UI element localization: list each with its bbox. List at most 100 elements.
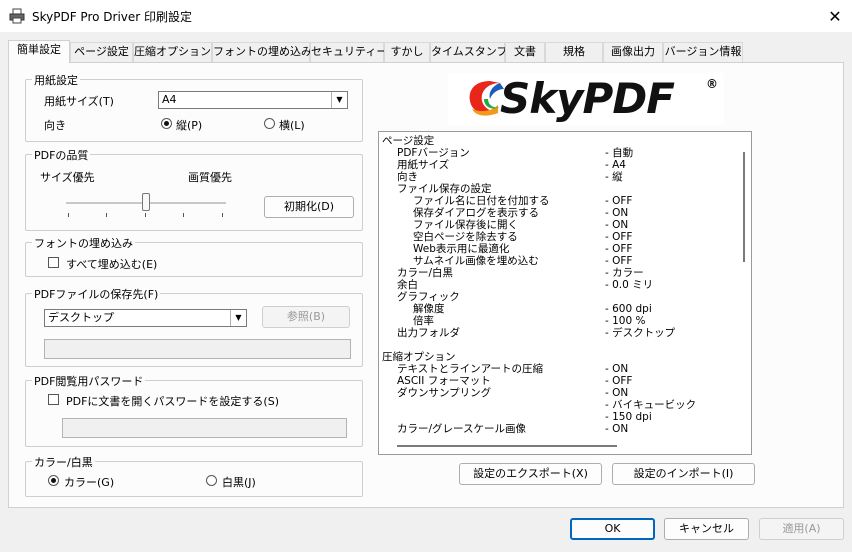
save-location-value: デスクトップ (48, 311, 114, 324)
summary-value: - デスクトップ (605, 327, 676, 339)
summary-key: ファイル保存の設定 (397, 183, 492, 195)
quality-slider-thumb[interactable] (142, 193, 150, 211)
tab-font-embedding[interactable]: フォントの埋め込み (212, 42, 312, 62)
scrollbar-thumb[interactable] (397, 445, 617, 447)
pdf-quality-group: PDFの品質 サイズ優先 画質優先 初期化(D) (25, 147, 363, 231)
tab-page-settings[interactable]: ページ設定 (70, 42, 133, 62)
summary-row: カラー/白黒 - カラー (379, 267, 739, 279)
slider-tick (68, 213, 69, 217)
summary-row: ファイル保存後に開く - ON (379, 219, 739, 231)
summary-row: ASCII フォーマット - OFF (379, 375, 739, 387)
summary-value: - OFF (605, 195, 633, 207)
close-button[interactable]: ✕ (818, 0, 852, 32)
password-checkbox-label[interactable]: PDFに文書を開くパスワードを設定する(S) (66, 393, 279, 409)
mono-radio[interactable] (206, 475, 217, 486)
settings-summary-list[interactable]: ページ設定 PDFバージョン - 自動 用紙サイズ - A4 向き - 縦ファイル保存の設定… (378, 131, 752, 455)
summary-key: サムネイル画像を埋め込む (413, 255, 539, 267)
color-mono-group: カラー/白黒 カラー(G) 白黒(J) (25, 454, 363, 497)
vertical-scrollbar[interactable] (737, 132, 751, 438)
paper-size-select[interactable]: A4 ▼ (158, 91, 348, 109)
browse-button[interactable]: 参照(B) (262, 306, 350, 328)
cancel-button[interactable]: キャンセル (664, 518, 749, 540)
embed-all-checkbox[interactable] (48, 257, 59, 268)
tab-version-info[interactable]: バージョン情報 (663, 42, 743, 62)
summary-row (379, 339, 739, 351)
summary-row: テキストとラインアートの圧縮 - ON (379, 363, 739, 375)
summary-key: 保存ダイアログを表示する (413, 207, 539, 219)
portrait-radio[interactable] (161, 118, 172, 129)
password-field[interactable] (62, 418, 347, 438)
font-embedding-group: フォントの埋め込み すべて埋め込む(E) (25, 235, 363, 277)
summary-key: Web表示用に最適化 (413, 243, 510, 255)
mono-label[interactable]: 白黒(J) (222, 474, 256, 490)
chevron-down-icon[interactable]: ▼ (230, 310, 246, 326)
summary-key: PDFバージョン (397, 147, 470, 159)
save-path-field[interactable] (44, 339, 351, 359)
summary-row: ダウンサンプリング - ON (379, 387, 739, 399)
summary-value: - 0.0 ミリ (605, 279, 654, 291)
group-legend: PDF閲覧用パスワード (32, 373, 146, 389)
summary-row: カラー/グレースケール画像 - ON (379, 423, 739, 435)
tab-watermark[interactable]: すかし (384, 42, 430, 62)
summary-value: - ON (605, 207, 629, 219)
summary-key: グラフィック (397, 291, 460, 303)
tab-security[interactable]: セキュリティー (310, 42, 387, 62)
summary-row: PDFバージョン - 自動 (379, 147, 739, 159)
slider-tick (222, 213, 223, 217)
password-checkbox[interactable] (48, 394, 59, 405)
group-legend: PDFファイルの保存先(F) (32, 286, 161, 302)
orientation-label: 向き (44, 119, 66, 132)
tab-document[interactable]: 文書 (505, 42, 545, 62)
horizontal-scrollbar[interactable] (379, 438, 739, 454)
summary-row: - 150 dpi (379, 411, 739, 423)
summary-value: - カラー (605, 267, 644, 279)
landscape-label[interactable]: 横(L) (279, 117, 305, 133)
printer-icon (9, 8, 25, 24)
logo-text: SkyPDF (500, 74, 675, 123)
summary-content: ページ設定 PDFバージョン - 自動 用紙サイズ - A4 向き - 縦ファイル保存の設定… (379, 132, 739, 438)
embed-all-label[interactable]: すべて埋め込む(E) (66, 256, 157, 272)
summary-key: ダウンサンプリング (397, 387, 492, 399)
summary-row: サムネイル画像を埋め込む - OFF (379, 255, 739, 267)
summary-key: テキストとラインアートの圧縮 (397, 363, 544, 375)
save-location-select[interactable]: デスクトップ ▼ (44, 309, 247, 327)
group-legend: 用紙設定 (32, 72, 80, 88)
tab-timestamp[interactable]: タイムスタンプ (430, 42, 507, 62)
landscape-radio[interactable] (264, 118, 275, 129)
scrollbar-thumb[interactable] (743, 152, 745, 262)
summary-value: - ON (605, 387, 629, 399)
tab-standard[interactable]: 規格 (545, 42, 603, 62)
summary-row: 向き - 縦 (379, 171, 739, 183)
slider-tick (145, 213, 146, 217)
summary-value: - A4 (605, 159, 626, 171)
color-label[interactable]: カラー(G) (64, 474, 114, 490)
summary-row: 圧縮オプション (379, 351, 739, 363)
summary-value: - バイキュービック (605, 399, 697, 411)
import-settings-button[interactable]: 設定のインポート(I) (612, 463, 755, 485)
summary-value: - OFF (605, 375, 633, 387)
ok-button[interactable]: OK (570, 518, 655, 540)
reset-button[interactable]: 初期化(D) (264, 196, 354, 218)
tab-strip: 簡単設定 ページ設定 圧縮オプション フォントの埋め込み セキュリティー すかし… (8, 40, 844, 63)
color-radio[interactable] (48, 475, 59, 486)
chevron-down-icon[interactable]: ▼ (331, 92, 347, 108)
slider-tick (106, 213, 107, 217)
summary-row: 用紙サイズ - A4 (379, 159, 739, 171)
summary-value: - ON (605, 363, 629, 375)
apply-button[interactable]: 適用(A) (759, 518, 844, 540)
portrait-label[interactable]: 縦(P) (176, 117, 202, 133)
summary-row: 解像度 - 600 dpi (379, 303, 739, 315)
tab-compression[interactable]: 圧縮オプション (133, 42, 212, 62)
summary-row: 空白ページを除去する - OFF (379, 231, 739, 243)
summary-value: - ON (605, 219, 629, 231)
tab-image-output[interactable]: 画像出力 (603, 42, 663, 62)
summary-key: ページ設定 (382, 135, 435, 147)
summary-key: カラー/白黒 (397, 267, 454, 279)
summary-row: 倍率 - 100 % (379, 315, 739, 327)
tab-easy-settings[interactable]: 簡単設定 (8, 40, 70, 63)
export-settings-button[interactable]: 設定のエクスポート(X) (459, 463, 602, 485)
summary-value: - 縦 (605, 171, 623, 183)
quality-priority-label: 画質優先 (188, 171, 232, 184)
group-legend: PDFの品質 (32, 147, 91, 163)
summary-value: - 150 dpi (605, 411, 652, 423)
